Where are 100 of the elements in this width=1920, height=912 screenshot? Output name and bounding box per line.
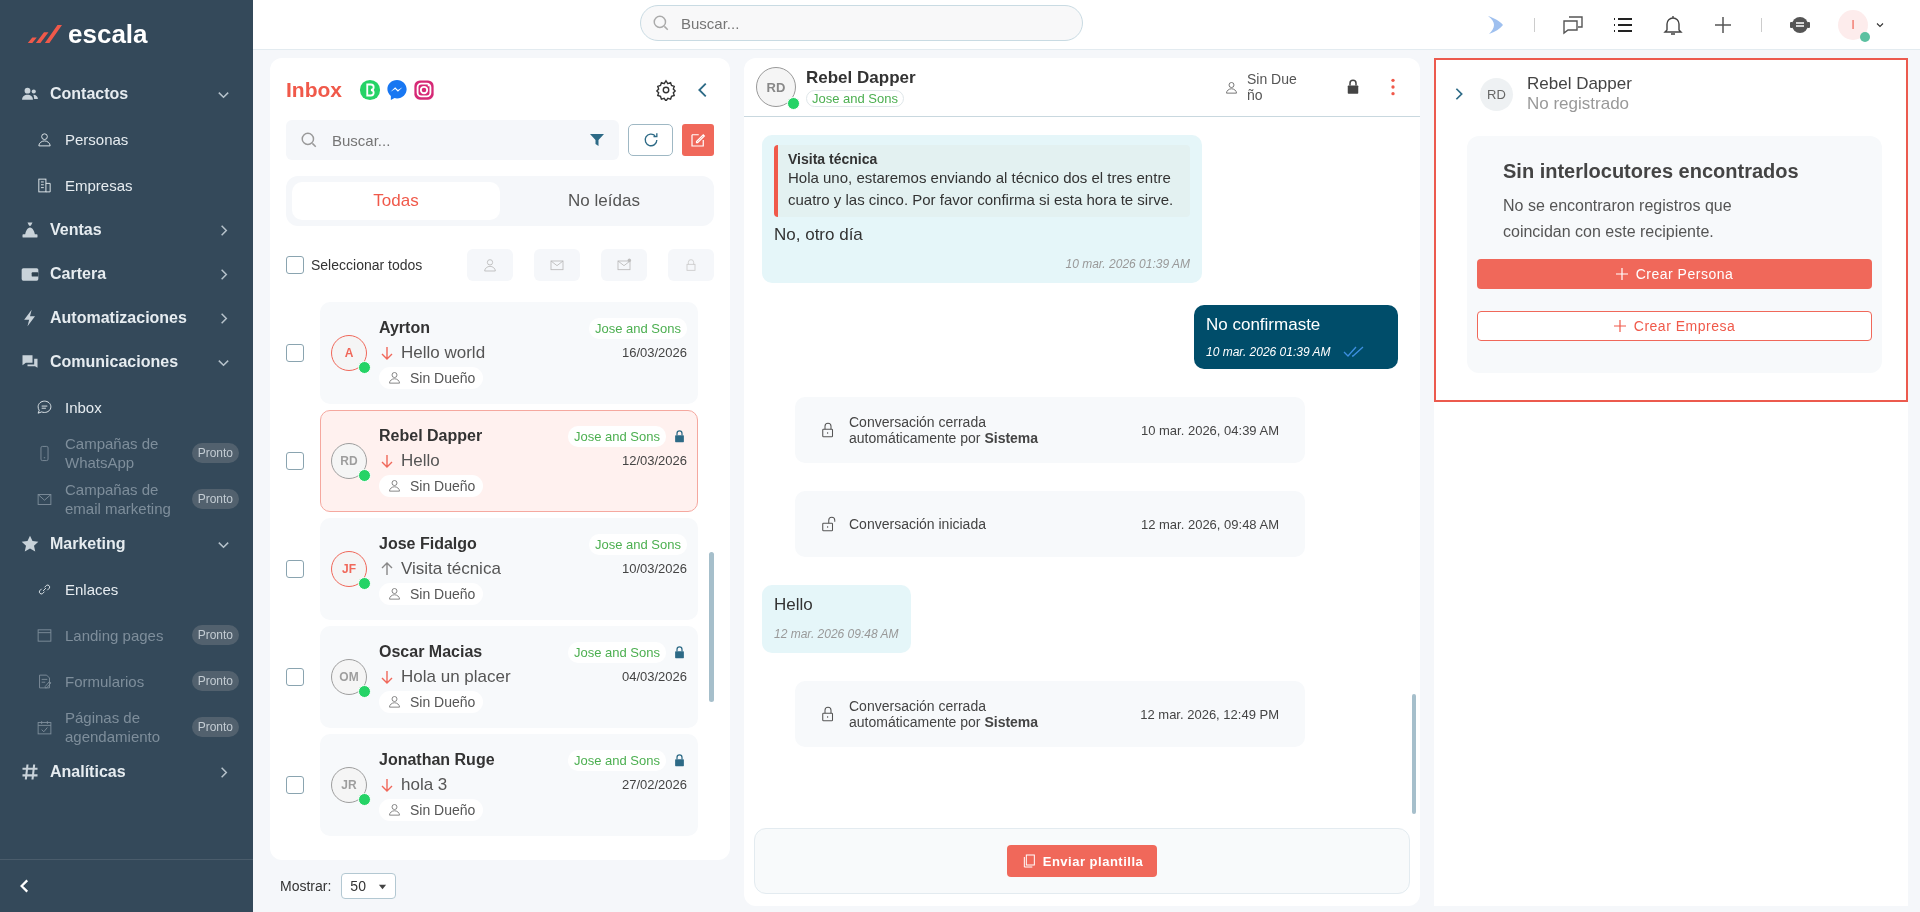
- nav-icon: [20, 220, 40, 240]
- event-text: Conversación cerrada automáticamente por Sistema: [849, 698, 1040, 730]
- page-size-select[interactable]: 50: [341, 873, 396, 899]
- owner-chip: Sin Dueño: [379, 582, 484, 605]
- person-icon: [387, 370, 402, 385]
- nav-group[interactable]: Ventas: [0, 208, 253, 252]
- soon-badge: Pronto: [191, 443, 239, 463]
- nav-icon: [36, 718, 53, 736]
- nav-item[interactable]: Inbox: [0, 384, 253, 430]
- message-date: 04/03/2026: [621, 669, 687, 684]
- lock-icon: [683, 257, 699, 273]
- checkbox[interactable]: [286, 668, 304, 686]
- checkbox[interactable]: [286, 256, 304, 274]
- nav-icon: [36, 176, 53, 194]
- message-preview: Visita técnica: [401, 558, 501, 579]
- nav-icon: [36, 672, 53, 690]
- message-time: 10 mar. 2026 01:39 AM: [1206, 345, 1331, 359]
- filter-icon[interactable]: [589, 132, 605, 148]
- whatsapp-badge-icon: [358, 361, 371, 374]
- more-icon[interactable]: [1390, 77, 1396, 97]
- nav-item[interactable]: Empresas: [0, 162, 253, 208]
- contact-name: Ayrton: [379, 319, 430, 337]
- owner-chip: Sin Dueño: [379, 474, 484, 497]
- message-preview: Hello: [401, 450, 440, 471]
- scrollbar[interactable]: [709, 552, 714, 702]
- whatsapp-business-icon[interactable]: [359, 79, 381, 101]
- nav-group[interactable]: Comunicaciones: [0, 340, 253, 384]
- checkbox[interactable]: [286, 452, 304, 470]
- company-tag: Jose and Sons: [568, 641, 666, 663]
- search-icon: [300, 131, 318, 149]
- filter-tab[interactable]: No leídas: [500, 182, 708, 220]
- message-time: 12 mar. 2026 09:48 AM: [774, 627, 899, 641]
- nav-group[interactable]: Analíticas: [0, 750, 253, 794]
- owner-selector[interactable]: Sin Due ño: [1224, 71, 1334, 103]
- soon-badge: Pronto: [191, 625, 239, 645]
- whatsapp-badge-icon: [358, 469, 371, 482]
- contact-name: Rebel Dapper: [806, 67, 916, 88]
- message-text: No, otro día: [774, 225, 864, 245]
- soon-badge: Pronto: [191, 489, 239, 509]
- message-date: 10/03/2026: [621, 561, 687, 576]
- page-size-label: Mostrar:: [280, 878, 332, 894]
- nav-icon: [36, 626, 53, 644]
- soon-badge: Pronto: [191, 717, 239, 737]
- nav-group[interactable]: Automatizaciones: [0, 296, 253, 340]
- nav-item[interactable]: Enlaces: [0, 566, 253, 612]
- compose-button[interactable]: [682, 124, 714, 156]
- contact-name: Rebel Dapper: [379, 427, 483, 445]
- message-preview: Hola un placer: [401, 666, 511, 687]
- nav-icon: [20, 762, 40, 782]
- messenger-icon[interactable]: [386, 79, 408, 101]
- conversation-card[interactable]: JF Jose Fidalgo Jose and Sons Visita técnica 10/03/2026 Sin Dueño: [320, 518, 698, 620]
- scrollbar[interactable]: [1412, 694, 1416, 814]
- whatsapp-badge-icon: [787, 97, 800, 110]
- person-icon: [387, 802, 402, 817]
- search-field[interactable]: Buscar...: [286, 120, 619, 160]
- message-date: 16/03/2026: [621, 345, 687, 360]
- envelope-icon: [549, 257, 565, 273]
- empty-text: No se encontraron registros que coincidan con este recipiente.: [1503, 196, 1733, 242]
- event-text: Conversación iniciada: [849, 516, 987, 532]
- conversation-card[interactable]: RD Rebel Dapper Jose and Sons Hello 12/03/2026 Sin Dueño: [320, 410, 698, 512]
- message-date: 27/02/2026: [621, 777, 687, 792]
- event-time: 12 mar. 2026, 09:48 AM: [1140, 516, 1279, 532]
- instagram-icon[interactable]: [413, 79, 435, 101]
- quote-title: Visita técnica: [788, 151, 879, 167]
- conversation-card[interactable]: OM Oscar Macias Jose and Sons Hola un placer 04/03/2026 Sin Dueño: [320, 626, 698, 728]
- nav-icon: [20, 534, 40, 554]
- plus-icon: [1613, 320, 1626, 332]
- person-icon: [387, 586, 402, 601]
- caret-icon: [377, 882, 387, 891]
- contact-avatar: RD: [1480, 77, 1513, 111]
- whatsapp-badge-icon: [358, 685, 371, 698]
- event-time: 10 mar. 2026, 04:39 AM: [1140, 422, 1279, 438]
- quote-text: Hola uno, estaremos enviando al técnico dos el tres entre cuatro y las cinco. Por favor confirma si esta hora te sirve.: [788, 168, 1175, 210]
- nav-group[interactable]: Marketing: [0, 522, 253, 566]
- checkbox[interactable]: [286, 776, 304, 794]
- person-icon: [1224, 79, 1239, 95]
- empty-title: Sin interlocutores encontrados: [1503, 160, 1800, 183]
- nav-group[interactable]: Cartera: [0, 252, 253, 296]
- edit-icon: [689, 131, 707, 149]
- inbox-title: Inbox: [286, 78, 342, 102]
- logo-text: escala: [68, 18, 148, 50]
- conversation-card[interactable]: A Ayrton Jose and Sons Hello world 16/03/2026 Sin Dueño: [320, 302, 698, 404]
- person-icon: [387, 694, 402, 709]
- soon-badge: Pronto: [191, 671, 239, 691]
- nav-item[interactable]: Personas: [0, 116, 253, 162]
- checkbox[interactable]: [286, 344, 304, 362]
- message-preview: hola 3: [401, 774, 448, 795]
- owner-chip: Sin Dueño: [379, 366, 484, 389]
- company-tag: Jose and Sons: [568, 425, 666, 447]
- contact-status: No registrado: [1527, 94, 1631, 114]
- message-time: 10 mar. 2026 01:39 AM: [1064, 257, 1190, 271]
- search-field[interactable]: Buscar...: [640, 5, 1083, 41]
- nav-group[interactable]: Contactos: [0, 72, 253, 116]
- settings-icon[interactable]: [655, 79, 677, 101]
- refresh-button[interactable]: [628, 124, 673, 156]
- message-preview: Hello world: [401, 342, 486, 363]
- person-icon: [387, 478, 402, 493]
- checkbox[interactable]: [286, 560, 304, 578]
- message-text: Hello: [774, 595, 814, 615]
- conversation-card[interactable]: JR Jonathan Ruge Jose and Sons hola 3 27/02/2026 Sin Dueño: [320, 734, 698, 836]
